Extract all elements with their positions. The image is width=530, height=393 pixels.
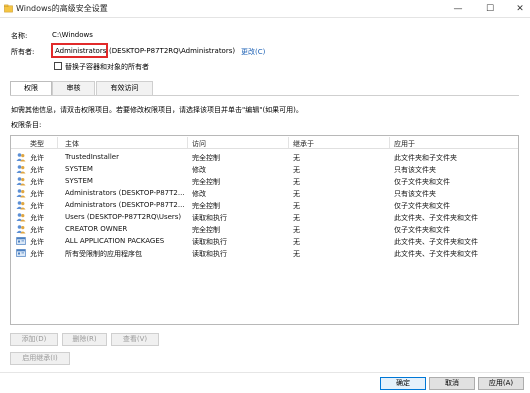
- maximize-button[interactable]: ☐: [476, 0, 504, 18]
- user-group-icon: [16, 224, 26, 234]
- title-bar: Windows的高级安全设置 — ☐ ✕: [0, 0, 530, 18]
- apply-button[interactable]: 应用(A): [478, 377, 524, 390]
- tab-auditing[interactable]: 审核: [52, 81, 95, 95]
- cell-applies-to: 仅子文件夹和文件: [394, 202, 450, 210]
- add-button[interactable]: 添加(D): [10, 333, 58, 346]
- cell-principal: SYSTEM: [65, 177, 93, 185]
- cell-type: 允许: [30, 214, 44, 222]
- cell-access: 读取和执行: [192, 238, 227, 246]
- cell-access: 完全控制: [192, 226, 220, 234]
- view-button[interactable]: 查看(V): [111, 333, 159, 346]
- name-value: C:\Windows: [52, 31, 93, 39]
- table-header: 类型 主体 访问 继承于 应用于: [11, 136, 518, 149]
- user-group-icon: [16, 200, 26, 210]
- user-group-icon: [16, 212, 26, 222]
- cell-inherited-from: 无: [293, 238, 300, 246]
- user-group-icon: [16, 164, 26, 174]
- cell-inherited-from: 无: [293, 178, 300, 186]
- user-group-icon: [16, 152, 26, 162]
- cell-access: 修改: [192, 166, 206, 174]
- ok-button[interactable]: 确定: [380, 377, 426, 390]
- table-row[interactable]: 允许 Administrators (DESKTOP-P87T2... 完全控制 无 仅…: [11, 199, 518, 211]
- cancel-button[interactable]: 取消: [429, 377, 475, 390]
- cell-applies-to: 仅子文件夹和文件: [394, 178, 450, 186]
- column-header-type[interactable]: 类型: [30, 139, 44, 149]
- table-row[interactable]: 允许 所有受限制的应用程序包 读取和执行 无 此文件夹、子文件夹和文件: [11, 247, 518, 259]
- table-row[interactable]: 允许 ALL APPLICATION PACKAGES 读取和执行 无 此文件夹、子文件…: [11, 235, 518, 247]
- cell-inherited-from: 无: [293, 166, 300, 174]
- cell-access: 完全控制: [192, 154, 220, 162]
- cell-inherited-from: 无: [293, 190, 300, 198]
- minimize-button[interactable]: —: [444, 0, 472, 18]
- column-header-principal[interactable]: 主体: [65, 139, 79, 149]
- cell-inherited-from: 无: [293, 154, 300, 162]
- user-group-icon: [16, 188, 26, 198]
- cell-access: 完全控制: [192, 202, 220, 210]
- app-package-icon: [16, 248, 26, 258]
- cell-principal: Users (DESKTOP-P87T2RQ\Users): [65, 213, 182, 221]
- table-row[interactable]: 允许 TrustedInstaller 完全控制 无 此文件夹和子文件夹: [11, 151, 518, 163]
- app-package-icon: [16, 236, 26, 246]
- owner-label: 所有者:: [11, 48, 35, 56]
- permission-entries-label: 权限条目:: [11, 121, 42, 129]
- table-row[interactable]: 允许 Users (DESKTOP-P87T2RQ\Users) 读取和执行 无 此文件…: [11, 211, 518, 223]
- tab-panel-border: [10, 95, 519, 96]
- table-row[interactable]: 允许 SYSTEM 修改 无 只有该文件夹: [11, 163, 518, 175]
- column-header-applies-to[interactable]: 应用于: [394, 139, 415, 149]
- table-row[interactable]: 允许 SYSTEM 完全控制 无 仅子文件夹和文件: [11, 175, 518, 187]
- cell-access: 读取和执行: [192, 250, 227, 258]
- cell-applies-to: 此文件夹、子文件夹和文件: [394, 214, 478, 222]
- table-row[interactable]: 允许 Administrators (DESKTOP-P87T2... 修改 无 只有该…: [11, 187, 518, 199]
- owner-full-name: (DESKTOP-P87T2RQ\Administrators): [109, 47, 236, 55]
- cell-principal: Administrators (DESKTOP-P87T2...: [65, 189, 185, 197]
- user-group-icon: [16, 176, 26, 186]
- cell-applies-to: 此文件夹、子文件夹和文件: [394, 250, 478, 258]
- change-owner-link[interactable]: 更改(C): [241, 47, 265, 57]
- cell-principal: ALL APPLICATION PACKAGES: [65, 237, 165, 245]
- cell-type: 允许: [30, 250, 44, 258]
- cell-access: 读取和执行: [192, 214, 227, 222]
- instructions-text: 如需其他信息，请双击权限项目。若要修改权限项目，请选择该项目并单击"编辑"(如果…: [11, 106, 303, 114]
- name-label: 名称:: [11, 32, 28, 40]
- cell-applies-to: 此文件夹和子文件夹: [394, 154, 457, 162]
- cell-principal: CREATOR OWNER: [65, 225, 128, 233]
- remove-button[interactable]: 删除(R): [62, 333, 107, 346]
- cell-inherited-from: 无: [293, 250, 300, 258]
- tab-permissions[interactable]: 权限: [10, 81, 52, 96]
- owner-value: Administrators: [55, 47, 107, 55]
- replace-owner-label: 替换子容器和对象的所有者: [65, 63, 149, 71]
- cell-type: 允许: [30, 226, 44, 234]
- column-header-access[interactable]: 访问: [192, 139, 206, 149]
- cell-type: 允许: [30, 202, 44, 210]
- column-header-inherited-from[interactable]: 继承于: [293, 139, 314, 149]
- cell-type: 允许: [30, 190, 44, 198]
- cell-principal: 所有受限制的应用程序包: [65, 250, 142, 258]
- cell-access: 完全控制: [192, 178, 220, 186]
- cell-type: 允许: [30, 178, 44, 186]
- folder-security-icon: [4, 4, 13, 13]
- cell-principal: SYSTEM: [65, 165, 93, 173]
- cell-principal: Administrators (DESKTOP-P87T2...: [65, 201, 185, 209]
- replace-owner-checkbox[interactable]: [54, 62, 62, 70]
- enable-inheritance-button[interactable]: 启用继承(I): [10, 352, 70, 365]
- cell-applies-to: 只有该文件夹: [394, 190, 436, 198]
- cell-applies-to: 此文件夹、子文件夹和文件: [394, 238, 478, 246]
- cell-principal: TrustedInstaller: [65, 153, 119, 161]
- footer-divider: [0, 372, 530, 373]
- permission-entries-table: 类型 主体 访问 继承于 应用于 允许 TrustedInstaller 完全控制无…: [10, 135, 519, 325]
- cell-inherited-from: 无: [293, 202, 300, 210]
- cell-applies-to: 仅子文件夹和文件: [394, 226, 450, 234]
- cell-type: 允许: [30, 166, 44, 174]
- close-button[interactable]: ✕: [506, 0, 530, 18]
- cell-type: 允许: [30, 154, 44, 162]
- window-title: Windows的高级安全设置: [16, 4, 108, 13]
- table-row[interactable]: 允许 CREATOR OWNER 完全控制 无 仅子文件夹和文件: [11, 223, 518, 235]
- cell-inherited-from: 无: [293, 214, 300, 222]
- cell-type: 允许: [30, 238, 44, 246]
- cell-access: 修改: [192, 190, 206, 198]
- cell-applies-to: 只有该文件夹: [394, 166, 436, 174]
- cell-inherited-from: 无: [293, 226, 300, 234]
- tab-effective-access[interactable]: 有效访问: [96, 81, 153, 95]
